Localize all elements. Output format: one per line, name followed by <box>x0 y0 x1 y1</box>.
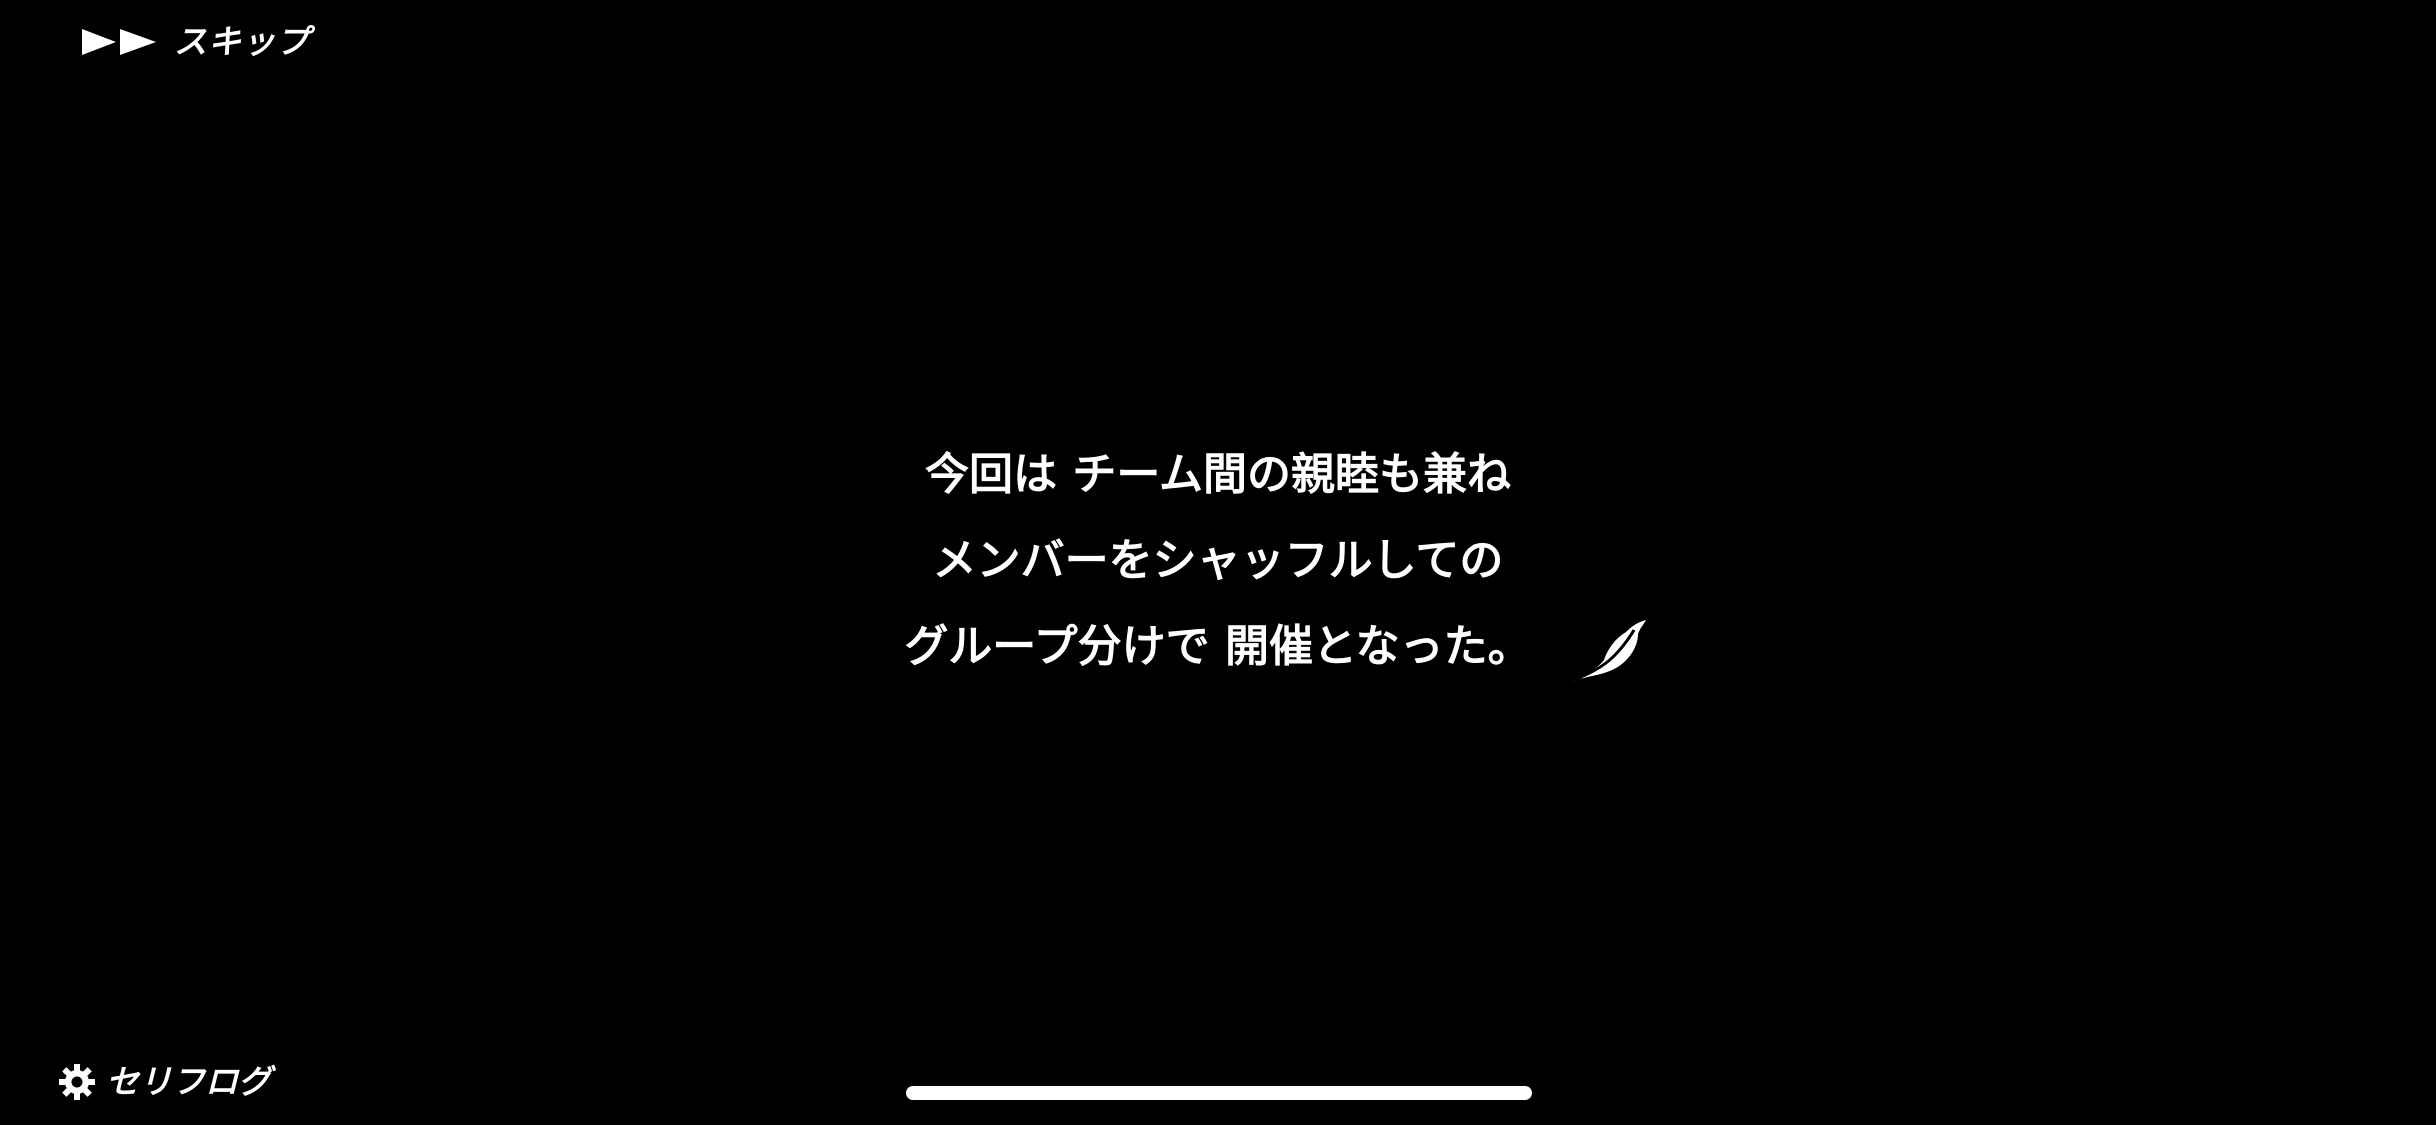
home-indicator-bar[interactable] <box>906 1086 1532 1100</box>
dialogue-log-label: セリフログ <box>106 1062 271 1101</box>
quill-feather-icon <box>1568 616 1650 688</box>
skip-button[interactable]: スキップ <box>80 22 310 62</box>
fast-forward-icon <box>80 27 160 57</box>
dialogue-line-3: グループ分けで 開催となった。 <box>904 621 1532 672</box>
dialogue-box[interactable]: 今回は チーム間の親睦も兼ね メンバーをシャッフルしての グループ分けで 開催と… <box>0 432 2436 690</box>
dialogue-line-2: メンバーをシャッフルしての <box>932 535 1504 586</box>
dialogue-log-button[interactable]: セリフログ <box>58 1062 271 1102</box>
gear-icon <box>58 1063 96 1101</box>
skip-label: スキップ <box>174 22 310 61</box>
dialogue-line-1: 今回は チーム間の親睦も兼ね <box>925 449 1511 500</box>
